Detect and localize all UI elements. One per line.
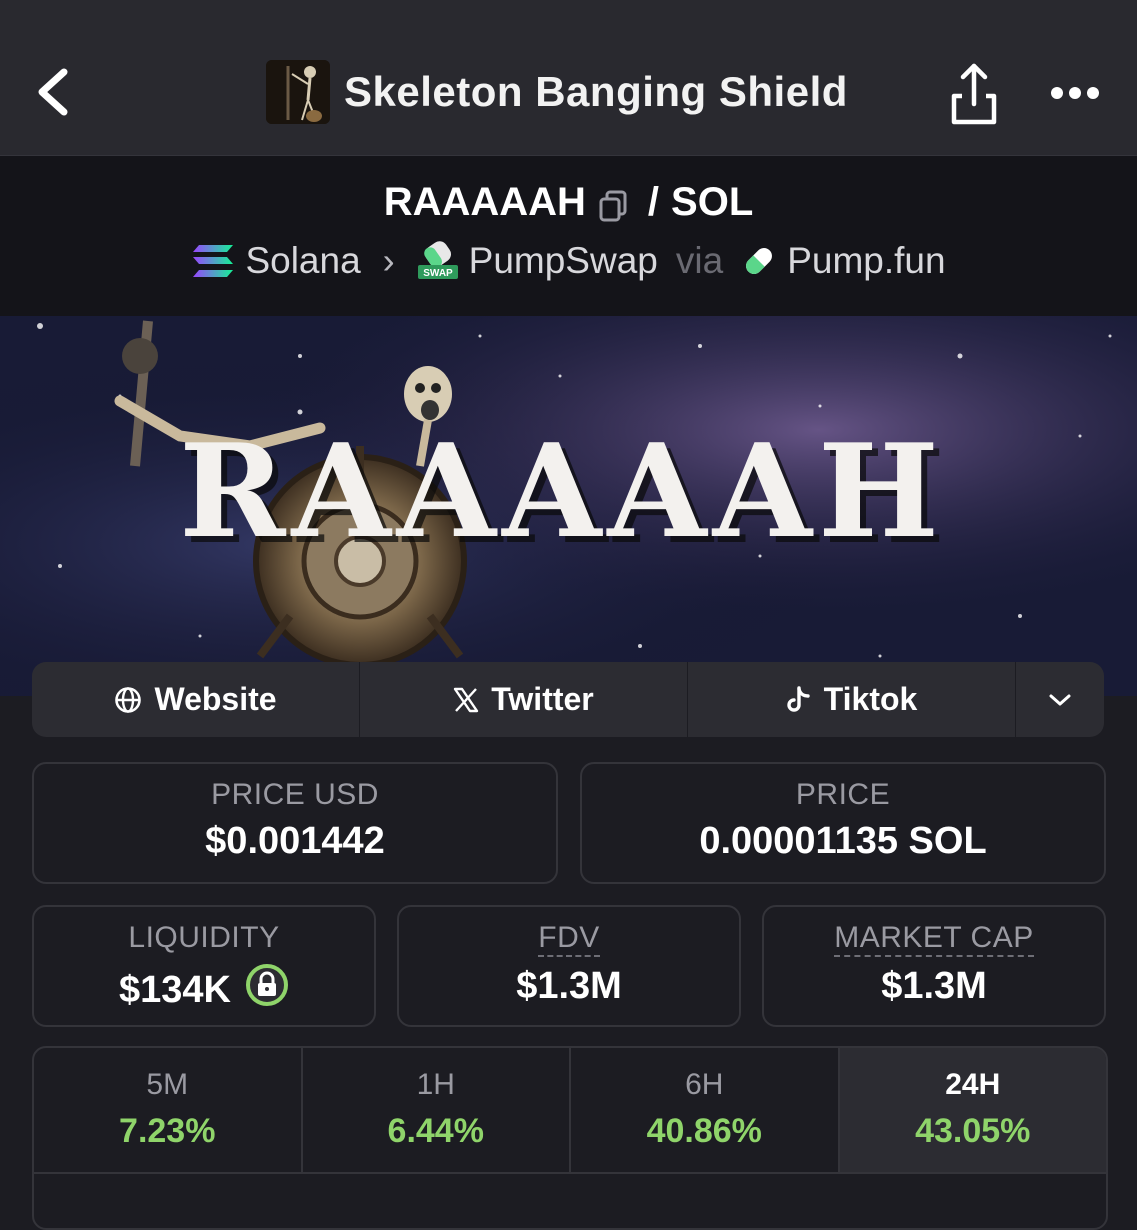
banner-text: RAAAAAH	[179, 417, 945, 567]
globe-icon	[115, 686, 142, 713]
tab-change: 43.05%	[915, 1112, 1031, 1150]
chain-link[interactable]: Solana	[191, 240, 361, 282]
solana-icon	[193, 245, 234, 277]
price-usd-value: $0.001442	[205, 820, 385, 862]
tab-label: 24H	[945, 1068, 1001, 1101]
token-avatar	[266, 60, 330, 124]
tab-label: 5M	[146, 1068, 189, 1101]
share-icon	[951, 63, 997, 125]
price-usd-label: PRICE USD	[211, 778, 379, 811]
tab-24h[interactable]: 24H 43.05%	[839, 1048, 1106, 1172]
x-logo-icon	[454, 687, 479, 712]
tab-change: 40.86%	[646, 1112, 762, 1150]
liquidity-card: LIQUIDITY $134K	[32, 905, 376, 1027]
liquidity-lock-badge[interactable]	[245, 963, 289, 1017]
tiktok-link[interactable]: Tiktok	[688, 662, 1016, 737]
price-value: 0.00001135 SOL	[699, 820, 987, 862]
fdv-card: FDV $1.3M	[397, 905, 741, 1027]
swap-badge-text: SWAP	[423, 268, 453, 279]
tab-6h[interactable]: 6H 40.86%	[571, 1048, 840, 1172]
market-cap-value: $1.3M	[881, 965, 987, 1007]
website-link[interactable]: Website	[32, 662, 360, 737]
more-horizontal-icon	[1051, 87, 1099, 99]
page-title: Skeleton Banging Shield	[344, 68, 848, 115]
token-banner: RAAAAAH RAAAAAH	[0, 316, 1137, 696]
pair-name: RAAAAAH / SOL	[0, 180, 1137, 225]
chain-name: Solana	[245, 240, 361, 281]
more-options-button[interactable]	[1048, 76, 1102, 110]
token-title: Skeleton Banging Shield	[266, 60, 848, 124]
market-cap-label[interactable]: MARKET CAP	[834, 921, 1034, 957]
back-button[interactable]	[30, 62, 80, 122]
tab-label: 6H	[685, 1068, 724, 1101]
tab-label: 1H	[416, 1068, 455, 1101]
tab-change: 7.23%	[119, 1112, 216, 1150]
quote-symbol: SOL	[671, 180, 754, 224]
tab-5m[interactable]: 5M 7.23%	[34, 1048, 303, 1172]
dex-link[interactable]: SWAP PumpSwap	[417, 240, 658, 282]
base-symbol: RAAAAAH	[383, 180, 586, 224]
chain-breadcrumb: Solana › SWAP PumpSwap via Pump.fun	[0, 240, 1137, 282]
fdv-value: $1.3M	[516, 965, 622, 1007]
copy-icon	[599, 190, 627, 221]
tiktok-icon	[787, 685, 810, 712]
copy-address-button[interactable]	[598, 187, 628, 221]
via-label: via	[675, 240, 724, 281]
liquidity-value: $134K	[119, 968, 231, 1011]
lock-icon	[245, 964, 288, 1006]
price-label: PRICE	[795, 778, 891, 811]
pill-icon	[746, 248, 773, 274]
twitter-label: Twitter	[491, 681, 594, 717]
launchpad-name: Pump.fun	[787, 240, 946, 281]
tiktok-label: Tiktok	[823, 681, 918, 717]
fdv-label[interactable]: FDV	[538, 921, 600, 957]
pair-separator: /	[647, 180, 660, 224]
chevron-right-icon: ›	[382, 240, 395, 281]
dex-name: PumpSwap	[468, 240, 658, 281]
price-change-tabs: 5M 7.23% 1H 6.44% 6H 40.86% 24H 43.05%	[32, 1046, 1108, 1230]
chevron-down-icon	[1049, 694, 1071, 705]
market-cap-card: MARKET CAP $1.3M	[762, 905, 1106, 1027]
top-navigation-bar: Skeleton Banging Shield	[0, 0, 1137, 156]
liquidity-label: LIQUIDITY	[128, 921, 280, 954]
tab-change: 6.44%	[387, 1112, 484, 1150]
social-links: Website Twitter Tiktok	[32, 662, 1104, 737]
more-links-dropdown[interactable]	[1016, 662, 1104, 737]
price-usd-card: PRICE USD $0.001442	[32, 762, 558, 884]
price-native-card: PRICE 0.00001135 SOL	[580, 762, 1106, 884]
share-button[interactable]	[944, 58, 1004, 128]
launchpad-link[interactable]: Pump.fun	[741, 240, 946, 282]
tab-1h[interactable]: 1H 6.44%	[303, 1048, 571, 1172]
twitter-link[interactable]: Twitter	[360, 662, 688, 737]
pumpswap-icon: SWAP	[417, 241, 458, 279]
website-label: Website	[154, 681, 277, 717]
chevron-left-icon	[38, 68, 68, 116]
